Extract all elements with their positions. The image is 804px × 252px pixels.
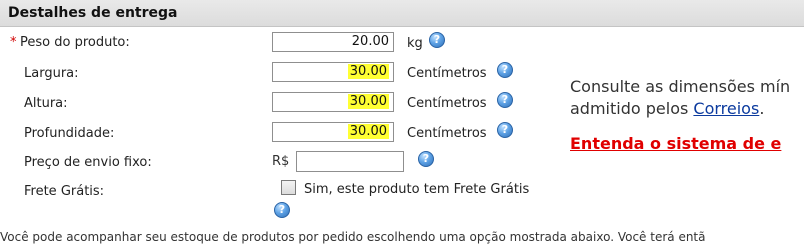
width-input[interactable]: 30.00: [272, 62, 394, 82]
fixed-price-input[interactable]: [296, 151, 404, 172]
dimensions-info-suffix: .: [759, 99, 765, 118]
stock-tracking-text: Você pode acompanhar seu estoque de prod…: [0, 230, 706, 244]
free-shipping-checkbox-label[interactable]: Sim, este produto tem Frete Grátis: [304, 182, 529, 197]
help-icon[interactable]: ?: [418, 151, 434, 167]
depth-unit: Centímetros: [407, 126, 487, 141]
height-input[interactable]: 30.00: [272, 92, 394, 112]
weight-input[interactable]: 20.00: [272, 32, 394, 52]
help-icon[interactable]: ?: [274, 202, 290, 218]
dimensions-info: Consulte as dimensões mín admitido pelos…: [570, 76, 790, 120]
weight-label: Peso do produto:: [20, 35, 130, 50]
correios-link[interactable]: Correios: [693, 99, 759, 118]
dimensions-info-prefix: admitido pelos: [570, 99, 694, 118]
help-icon[interactable]: ?: [497, 62, 513, 78]
height-value: 30.00: [347, 94, 389, 109]
free-shipping-checkbox[interactable]: [281, 180, 296, 195]
required-marker: *: [10, 35, 17, 50]
shipping-system-link[interactable]: Entenda o sistema de e: [570, 134, 781, 153]
width-value: 30.00: [347, 64, 389, 79]
help-icon[interactable]: ?: [497, 92, 513, 108]
section-title: Destalhes de entrega: [8, 5, 178, 21]
weight-unit: kg: [407, 36, 423, 51]
depth-label: Profundidade:: [24, 126, 115, 141]
help-icon[interactable]: ?: [429, 32, 445, 48]
depth-input[interactable]: 30.00: [272, 122, 394, 142]
section-header: Destalhes de entrega: [0, 0, 804, 27]
dimensions-info-line1: Consulte as dimensões mín: [570, 77, 791, 96]
height-label: Altura:: [24, 96, 68, 111]
currency-label: R$: [272, 154, 290, 169]
width-label: Largura:: [24, 66, 79, 81]
fixed-price-label: Preço de envio fixo:: [24, 155, 152, 170]
width-unit: Centímetros: [407, 66, 487, 81]
height-unit: Centímetros: [407, 96, 487, 111]
dimensions-info-line2: admitido pelos Correios.: [570, 98, 790, 120]
depth-value: 30.00: [347, 124, 389, 139]
help-icon[interactable]: ?: [497, 122, 513, 138]
free-shipping-label: Frete Grátis:: [24, 184, 105, 199]
weight-value: 20.00: [351, 34, 389, 49]
